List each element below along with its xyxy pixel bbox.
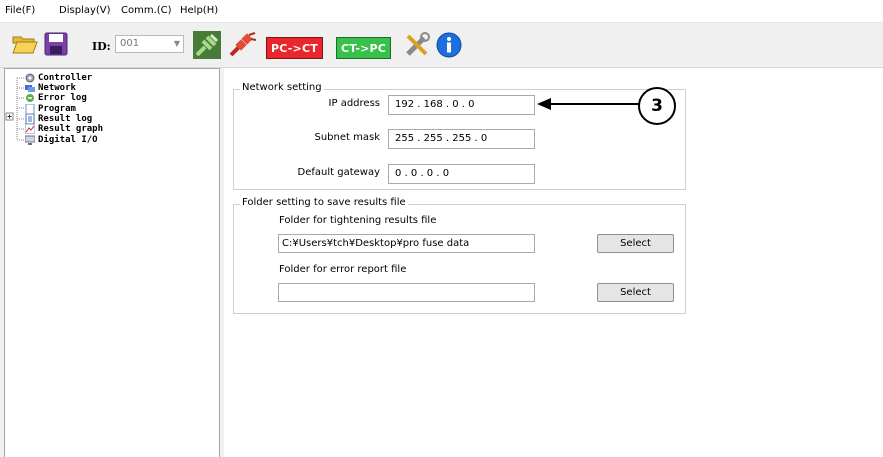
gear-icon	[25, 73, 35, 83]
default-gateway-field[interactable]: 0 . 0 . 0 . 0	[388, 164, 535, 184]
select-error-folder-button[interactable]: Select	[597, 283, 674, 302]
log-document-icon	[25, 113, 35, 125]
navigation-tree: Controller Network Error log Program Res…	[4, 68, 220, 457]
menu-display[interactable]: Display(V)	[59, 5, 111, 16]
default-gateway-label: Default gateway	[297, 167, 381, 178]
graph-icon	[24, 123, 36, 135]
tree-item-label: Digital I/O	[38, 135, 98, 145]
folder-setting-title: Folder setting to save results file	[240, 197, 408, 208]
chevron-down-icon: ▼	[173, 39, 180, 48]
connect-plug-icon[interactable]	[193, 31, 221, 59]
callout-arrow	[537, 98, 639, 110]
menu-comm[interactable]: Comm.(C)	[121, 5, 172, 16]
error-folder-label: Folder for error report file	[279, 264, 407, 275]
callout-number-badge: 3	[638, 87, 676, 125]
tools-icon[interactable]	[404, 32, 430, 58]
tree-item-label: Error log	[38, 93, 87, 103]
disconnect-plug-icon[interactable]	[229, 31, 257, 59]
menu-help[interactable]: Help(H)	[180, 5, 218, 16]
network-icon	[25, 83, 35, 93]
tightening-folder-field[interactable]: C:¥Users¥tch¥Desktop¥pro fuse data	[278, 234, 535, 253]
save-disk-icon[interactable]	[44, 32, 68, 56]
subnet-mask-label: Subnet mask	[314, 132, 381, 143]
toolbar: ID: 001 ▼ PC->CT CT->PC	[0, 22, 883, 68]
select-tightening-folder-button[interactable]: Select	[597, 234, 674, 253]
network-setting-title: Network setting	[240, 82, 324, 93]
open-folder-icon[interactable]	[12, 32, 38, 56]
pc-to-ct-button[interactable]: PC->CT	[266, 37, 323, 59]
id-label: ID:	[92, 40, 111, 53]
ip-address-label: IP address	[328, 98, 380, 109]
ct-to-pc-button[interactable]: CT->PC	[336, 37, 392, 59]
subnet-mask-field[interactable]: 255 . 255 . 255 . 0	[388, 129, 535, 149]
error-log-icon	[25, 93, 35, 103]
menu-file[interactable]: File(F)	[5, 5, 35, 16]
monitor-icon	[24, 135, 36, 145]
document-icon	[25, 103, 35, 115]
id-select[interactable]: 001 ▼	[115, 35, 184, 53]
info-icon[interactable]	[436, 32, 462, 58]
error-folder-field[interactable]	[278, 283, 535, 302]
ip-address-field[interactable]: 192 . 168 . 0 . 0	[388, 95, 535, 115]
tree-item-label: Result graph	[38, 124, 104, 134]
menu-bar: File(F) Display(V) Comm.(C) Help(H)	[0, 0, 883, 22]
tightening-folder-label: Folder for tightening results file	[279, 215, 437, 226]
id-value: 001	[120, 38, 140, 49]
